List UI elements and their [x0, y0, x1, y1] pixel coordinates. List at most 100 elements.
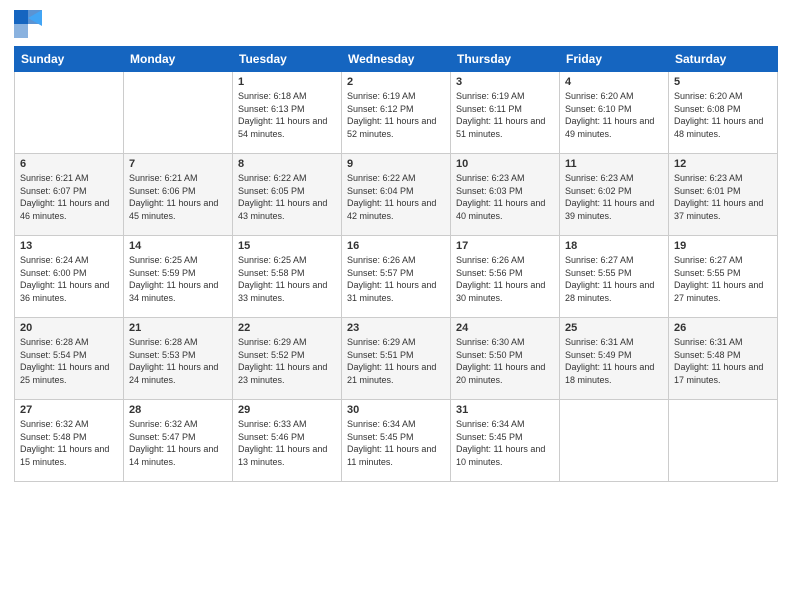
- logo-icon: [14, 10, 42, 38]
- cell-info: Sunrise: 6:34 AMSunset: 5:45 PMDaylight:…: [347, 419, 436, 467]
- calendar-cell: 20 Sunrise: 6:28 AMSunset: 5:54 PMDayligh…: [15, 318, 124, 400]
- cell-info: Sunrise: 6:23 AMSunset: 6:01 PMDaylight:…: [674, 173, 763, 221]
- cell-info: Sunrise: 6:31 AMSunset: 5:48 PMDaylight:…: [674, 337, 763, 385]
- cell-info: Sunrise: 6:21 AMSunset: 6:06 PMDaylight:…: [129, 173, 218, 221]
- calendar-cell: 19 Sunrise: 6:27 AMSunset: 5:55 PMDayligh…: [669, 236, 778, 318]
- day-number: 10: [456, 158, 554, 170]
- cell-info: Sunrise: 6:31 AMSunset: 5:49 PMDaylight:…: [565, 337, 654, 385]
- calendar-cell: 14 Sunrise: 6:25 AMSunset: 5:59 PMDayligh…: [124, 236, 233, 318]
- day-number: 11: [565, 158, 663, 170]
- cell-info: Sunrise: 6:27 AMSunset: 5:55 PMDaylight:…: [565, 255, 654, 303]
- calendar-cell: 8Sunrise: 6:22 AMSunset: 6:05 PMDaylight…: [233, 154, 342, 236]
- calendar-page: SundayMondayTuesdayWednesdayThursdayFrid…: [0, 0, 792, 612]
- calendar-cell: 1 Sunrise: 6:18 AMSunset: 6:13 PMDaylight…: [233, 72, 342, 154]
- calendar-cell: 11 Sunrise: 6:23 AMSunset: 6:02 PMDayligh…: [560, 154, 669, 236]
- cell-info: Sunrise: 6:27 AMSunset: 5:55 PMDaylight:…: [674, 255, 763, 303]
- cell-info: Sunrise: 6:30 AMSunset: 5:50 PMDaylight:…: [456, 337, 545, 385]
- calendar-cell: 7 Sunrise: 6:21 AMSunset: 6:06 PMDaylight…: [124, 154, 233, 236]
- calendar-cell: 25 Sunrise: 6:31 AMSunset: 5:49 PMDayligh…: [560, 318, 669, 400]
- cell-info: Sunrise: 6:34 AMSunset: 5:45 PMDaylight:…: [456, 419, 545, 467]
- weekday-header-row: SundayMondayTuesdayWednesdayThursdayFrid…: [15, 47, 778, 72]
- weekday-header-cell: Tuesday: [233, 47, 342, 72]
- day-number: 22: [238, 322, 336, 334]
- calendar-cell: 29Sunrise: 6:33 AMSunset: 5:46 PMDayligh…: [233, 400, 342, 482]
- cell-info: Sunrise: 6:19 AMSunset: 6:11 PMDaylight:…: [456, 91, 545, 139]
- cell-info: Sunrise: 6:21 AMSunset: 6:07 PMDaylight:…: [20, 173, 109, 221]
- cell-info: Sunrise: 6:26 AMSunset: 5:57 PMDaylight:…: [347, 255, 436, 303]
- day-number: 19: [674, 240, 772, 252]
- cell-info: Sunrise: 6:22 AMSunset: 6:04 PMDaylight:…: [347, 173, 436, 221]
- calendar-cell: 28Sunrise: 6:32 AMSunset: 5:47 PMDayligh…: [124, 400, 233, 482]
- calendar-cell: 3 Sunrise: 6:19 AMSunset: 6:11 PMDaylight…: [451, 72, 560, 154]
- day-number: 23: [347, 322, 445, 334]
- calendar-cell: 5Sunrise: 6:20 AMSunset: 6:08 PMDaylight…: [669, 72, 778, 154]
- calendar-cell: [560, 400, 669, 482]
- calendar-cell: 21 Sunrise: 6:28 AMSunset: 5:53 PMDayligh…: [124, 318, 233, 400]
- cell-info: Sunrise: 6:25 AMSunset: 5:58 PMDaylight:…: [238, 255, 327, 303]
- calendar-cell: [15, 72, 124, 154]
- day-number: 18: [565, 240, 663, 252]
- cell-info: Sunrise: 6:32 AMSunset: 5:48 PMDaylight:…: [20, 419, 109, 467]
- calendar-body: 1 Sunrise: 6:18 AMSunset: 6:13 PMDaylight…: [15, 72, 778, 482]
- cell-info: Sunrise: 6:25 AMSunset: 5:59 PMDaylight:…: [129, 255, 218, 303]
- cell-info: Sunrise: 6:28 AMSunset: 5:54 PMDaylight:…: [20, 337, 109, 385]
- calendar-cell: 18 Sunrise: 6:27 AMSunset: 5:55 PMDayligh…: [560, 236, 669, 318]
- day-number: 25: [565, 322, 663, 334]
- calendar-table: SundayMondayTuesdayWednesdayThursdayFrid…: [14, 46, 778, 482]
- calendar-cell: 30 Sunrise: 6:34 AMSunset: 5:45 PMDayligh…: [342, 400, 451, 482]
- calendar-cell: 13 Sunrise: 6:24 AMSunset: 6:00 PMDayligh…: [15, 236, 124, 318]
- header: [14, 10, 778, 38]
- logo: [14, 10, 46, 38]
- weekday-header-cell: Monday: [124, 47, 233, 72]
- weekday-header-cell: Friday: [560, 47, 669, 72]
- day-number: 4: [565, 76, 663, 88]
- cell-info: Sunrise: 6:28 AMSunset: 5:53 PMDaylight:…: [129, 337, 218, 385]
- calendar-cell: [669, 400, 778, 482]
- calendar-cell: 16 Sunrise: 6:26 AMSunset: 5:57 PMDayligh…: [342, 236, 451, 318]
- day-number: 3: [456, 76, 554, 88]
- day-number: 9: [347, 158, 445, 170]
- day-number: 7: [129, 158, 227, 170]
- calendar-cell: 26 Sunrise: 6:31 AMSunset: 5:48 PMDayligh…: [669, 318, 778, 400]
- calendar-cell: 24 Sunrise: 6:30 AMSunset: 5:50 PMDayligh…: [451, 318, 560, 400]
- cell-info: Sunrise: 6:29 AMSunset: 5:51 PMDaylight:…: [347, 337, 436, 385]
- calendar-cell: 10Sunrise: 6:23 AMSunset: 6:03 PMDayligh…: [451, 154, 560, 236]
- calendar-cell: 6Sunrise: 6:21 AMSunset: 6:07 PMDaylight…: [15, 154, 124, 236]
- calendar-cell: 12 Sunrise: 6:23 AMSunset: 6:01 PMDayligh…: [669, 154, 778, 236]
- weekday-header-cell: Saturday: [669, 47, 778, 72]
- day-number: 16: [347, 240, 445, 252]
- weekday-header-cell: Wednesday: [342, 47, 451, 72]
- calendar-cell: 4Sunrise: 6:20 AMSunset: 6:10 PMDaylight…: [560, 72, 669, 154]
- calendar-cell: 9 Sunrise: 6:22 AMSunset: 6:04 PMDaylight…: [342, 154, 451, 236]
- cell-info: Sunrise: 6:23 AMSunset: 6:02 PMDaylight:…: [565, 173, 654, 221]
- day-number: 20: [20, 322, 118, 334]
- day-number: 1: [238, 76, 336, 88]
- day-number: 13: [20, 240, 118, 252]
- calendar-cell: 15Sunrise: 6:25 AMSunset: 5:58 PMDayligh…: [233, 236, 342, 318]
- calendar-cell: 31Sunrise: 6:34 AMSunset: 5:45 PMDayligh…: [451, 400, 560, 482]
- cell-info: Sunrise: 6:29 AMSunset: 5:52 PMDaylight:…: [238, 337, 327, 385]
- day-number: 21: [129, 322, 227, 334]
- weekday-header-cell: Thursday: [451, 47, 560, 72]
- day-number: 28: [129, 404, 227, 416]
- cell-info: Sunrise: 6:24 AMSunset: 6:00 PMDaylight:…: [20, 255, 109, 303]
- cell-info: Sunrise: 6:26 AMSunset: 5:56 PMDaylight:…: [456, 255, 545, 303]
- day-number: 29: [238, 404, 336, 416]
- calendar-cell: 17 Sunrise: 6:26 AMSunset: 5:56 PMDayligh…: [451, 236, 560, 318]
- day-number: 17: [456, 240, 554, 252]
- calendar-cell: 22 Sunrise: 6:29 AMSunset: 5:52 PMDayligh…: [233, 318, 342, 400]
- day-number: 27: [20, 404, 118, 416]
- calendar-week-row: 6Sunrise: 6:21 AMSunset: 6:07 PMDaylight…: [15, 154, 778, 236]
- day-number: 30: [347, 404, 445, 416]
- day-number: 14: [129, 240, 227, 252]
- cell-info: Sunrise: 6:18 AMSunset: 6:13 PMDaylight:…: [238, 91, 327, 139]
- day-number: 12: [674, 158, 772, 170]
- calendar-week-row: 13 Sunrise: 6:24 AMSunset: 6:00 PMDayligh…: [15, 236, 778, 318]
- calendar-week-row: 20 Sunrise: 6:28 AMSunset: 5:54 PMDayligh…: [15, 318, 778, 400]
- calendar-week-row: 1 Sunrise: 6:18 AMSunset: 6:13 PMDaylight…: [15, 72, 778, 154]
- calendar-cell: 2Sunrise: 6:19 AMSunset: 6:12 PMDaylight…: [342, 72, 451, 154]
- day-number: 26: [674, 322, 772, 334]
- cell-info: Sunrise: 6:22 AMSunset: 6:05 PMDaylight:…: [238, 173, 327, 221]
- calendar-week-row: 27 Sunrise: 6:32 AMSunset: 5:48 PMDayligh…: [15, 400, 778, 482]
- day-number: 24: [456, 322, 554, 334]
